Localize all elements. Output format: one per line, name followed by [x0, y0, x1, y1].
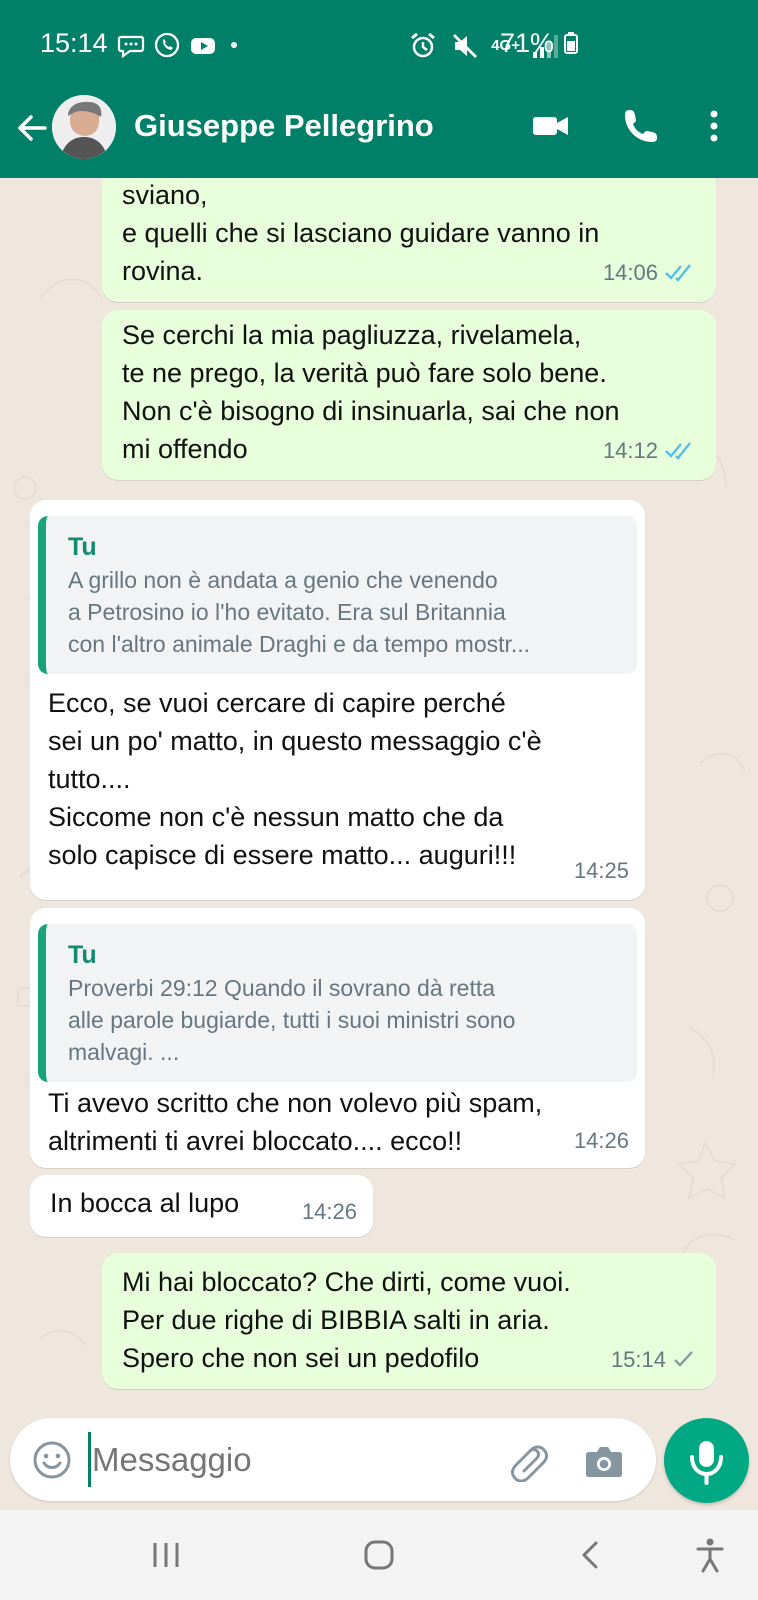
message-meta: 14:12: [603, 432, 696, 470]
message-meta: 14:25: [574, 852, 629, 890]
message-time: 15:14: [610, 1347, 666, 1372]
microphone-icon: [690, 1441, 723, 1485]
whatsapp-notification-icon: [154, 32, 180, 58]
chat-header: Giuseppe Pellegrino: [0, 88, 758, 178]
accessibility-icon[interactable]: [690, 1535, 730, 1575]
message-input[interactable]: [90, 1434, 484, 1486]
home-icon[interactable]: [359, 1535, 399, 1575]
quoted-text: Proverbi 29:12 Quando il sovrano dà rett…: [68, 975, 516, 1065]
more-notifications-icon: [231, 42, 237, 48]
battery-level: 71%: [500, 28, 555, 58]
sent-tick-icon: [674, 1351, 693, 1367]
youtube-notification-icon: [191, 38, 215, 54]
chat-history[interactable]: sviano, e quelli che si lasciano guidare…: [0, 178, 758, 1423]
voice-message-button[interactable]: [664, 1418, 749, 1503]
message-meta: 14:26: [302, 1193, 357, 1231]
mute-icon: [453, 34, 478, 58]
paperclip-icon[interactable]: [506, 1438, 550, 1482]
message-time: 14:12: [602, 438, 658, 463]
arrow-left-icon[interactable]: [14, 110, 50, 146]
quoted-text: A grillo non è andata a genio che venend…: [68, 567, 531, 657]
message-meta: 14:06: [603, 254, 696, 292]
message-text: Ti avevo scritto che non volevo più spam…: [48, 1088, 543, 1156]
outgoing-message[interactable]: Se cerchi la mia pagliuzza, rivelamela, …: [102, 310, 716, 480]
status-bar: 15:14 4G+ 71%: [0, 0, 758, 88]
incoming-message[interactable]: Tu Proverbi 29:12 Quando il sovrano dà r…: [30, 908, 645, 1168]
android-navigation-bar: [0, 1510, 758, 1600]
emoji-icon[interactable]: [30, 1438, 74, 1482]
phone-icon[interactable]: [620, 106, 660, 146]
contact-avatar-image: [52, 95, 116, 159]
read-receipt-icon: [665, 264, 691, 282]
message-time: 14:26: [573, 1128, 629, 1153]
video-camera-icon[interactable]: [530, 106, 570, 146]
message-text: Mi hai bloccato? Che dirti, come vuoi. P…: [122, 1267, 571, 1373]
message-time: 14:26: [301, 1199, 357, 1224]
contact-name[interactable]: Giuseppe Pellegrino: [134, 108, 434, 144]
outgoing-message[interactable]: sviano, e quelli che si lasciano guidare…: [102, 178, 716, 302]
incoming-message[interactable]: In bocca al lupo 14:26: [30, 1175, 373, 1237]
outgoing-message[interactable]: Mi hai bloccato? Che dirti, come vuoi. P…: [102, 1253, 716, 1389]
recent-apps-icon[interactable]: [146, 1535, 186, 1575]
message-meta: 14:26: [574, 1122, 629, 1160]
status-time: 15:14: [40, 28, 108, 58]
contact-avatar[interactable]: [52, 95, 116, 159]
message-time: 14:25: [573, 858, 629, 883]
read-receipt-icon: [665, 442, 691, 460]
quoted-message[interactable]: Tu Proverbi 29:12 Quando il sovrano dà r…: [38, 924, 637, 1082]
back-navigation-icon[interactable]: [571, 1535, 611, 1575]
quoted-message[interactable]: Tu A grillo non è andata a genio che ven…: [38, 516, 637, 674]
incoming-message[interactable]: Tu A grillo non è andata a genio che ven…: [30, 500, 645, 900]
battery-status: 71%: [500, 28, 580, 59]
message-meta: 15:14: [611, 1341, 696, 1379]
more-vertical-icon[interactable]: [700, 106, 728, 146]
notification-icons: [116, 30, 244, 60]
quoted-author: Tu: [68, 533, 97, 561]
camera-icon[interactable]: [582, 1438, 626, 1482]
message-time: 14:06: [602, 260, 658, 285]
alarm-icon: [411, 32, 436, 58]
message-composer[interactable]: [10, 1418, 656, 1501]
quoted-author: Tu: [68, 941, 97, 969]
message-text: Ecco, se vuoi cercare di capire perché s…: [48, 688, 542, 870]
battery-icon: [563, 32, 578, 54]
message-notification-icon: [117, 35, 145, 59]
